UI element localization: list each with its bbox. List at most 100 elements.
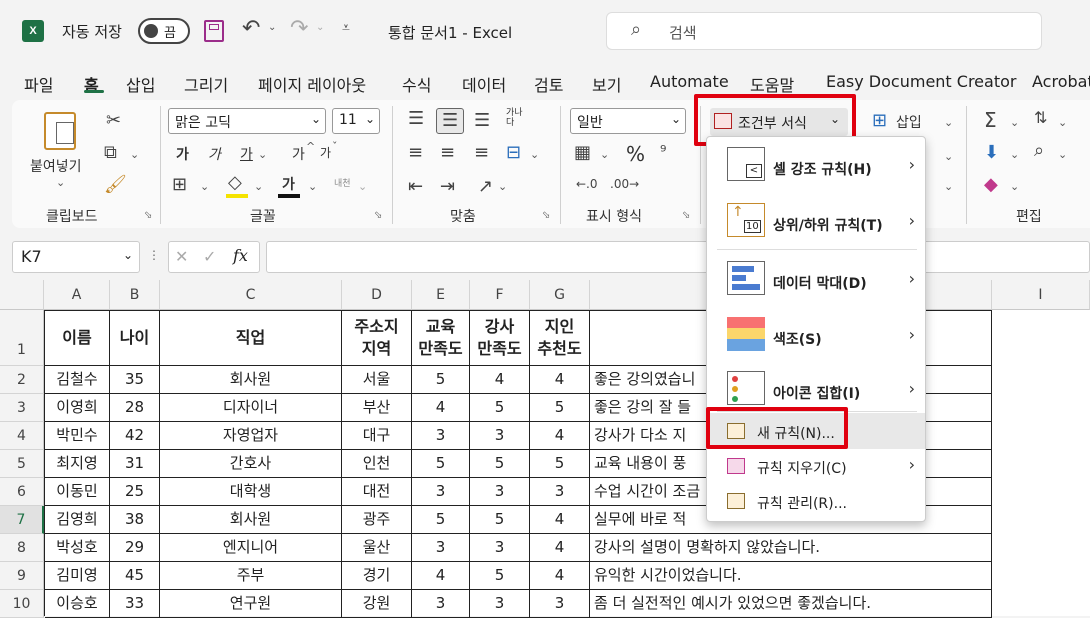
row-header[interactable]: 3 (0, 394, 44, 422)
table-cell[interactable]: 35 (110, 366, 160, 394)
menu-item-top-bottom-rules[interactable]: ↑ 10 상위/하위 규칙(T) › (707, 193, 925, 247)
table-cell[interactable]: 45 (110, 562, 160, 590)
find-dropdown-icon[interactable]: ⌄ (1058, 148, 1067, 161)
table-cell[interactable]: 3 (412, 422, 470, 450)
undo-icon[interactable]: ↶ (242, 16, 260, 41)
table-cell[interactable]: 김영희 (45, 506, 110, 534)
decrease-indent-icon[interactable]: ⇤ (408, 178, 423, 196)
underline-dropdown-icon[interactable]: ⌄ (258, 148, 267, 161)
align-right-icon[interactable]: ≡ (474, 144, 489, 162)
table-cell[interactable]: 서울 (342, 366, 412, 394)
redo-dropdown-icon[interactable]: ⌄ (316, 22, 324, 33)
autosum-dropdown-icon[interactable]: ⌄ (1010, 116, 1019, 129)
autosum-icon[interactable]: Σ (984, 110, 997, 130)
menu-item-highlight-cells-rules[interactable]: < 셀 강조 규칙(H) › (707, 137, 925, 193)
cut-icon[interactable]: ✂ (106, 112, 121, 130)
merge-center-icon[interactable]: ⊟ (506, 144, 521, 162)
fill-icon[interactable]: ⬇ (984, 144, 999, 162)
cancel-icon[interactable]: ✕ (175, 247, 188, 266)
table-cell[interactable]: 주부 (160, 562, 342, 590)
align-middle-button[interactable]: ☰ (436, 108, 464, 134)
table-cell[interactable]: 4 (530, 562, 590, 590)
insert-function-icon[interactable]: fx (233, 246, 248, 265)
select-all-corner[interactable] (0, 280, 44, 310)
row-header[interactable]: 9 (0, 562, 44, 590)
underline-button[interactable]: 가 (240, 144, 253, 164)
orientation-dropdown-icon[interactable]: ⌄ (498, 180, 507, 193)
tab-help[interactable]: 도움말 (750, 72, 794, 96)
table-cell[interactable]: 3 (470, 590, 530, 618)
formula-input[interactable] (266, 241, 1090, 273)
table-cell[interactable]: 엔지니어 (160, 534, 342, 562)
table-cell[interactable]: 강사의 설명이 명확하지 않았습니다. (590, 534, 992, 562)
tab-data[interactable]: 데이터 (462, 72, 506, 96)
table-cell[interactable]: 대구 (342, 422, 412, 450)
accounting-dropdown-icon[interactable]: ⌄ (600, 148, 609, 161)
table-cell[interactable]: 유익한 시간이었습니다. (590, 562, 992, 590)
table-cell[interactable]: 이동민 (45, 478, 110, 506)
comma-style-icon[interactable]: ⁹ (660, 144, 666, 160)
bold-button[interactable]: 가 (176, 144, 189, 164)
header-cell[interactable]: 이름 (45, 311, 110, 366)
tab-acrobat[interactable]: Acrobat (1032, 72, 1090, 91)
paste-icon[interactable] (44, 112, 76, 150)
table-cell[interactable]: 회사원 (160, 366, 342, 394)
row-header[interactable]: 5 (0, 450, 44, 478)
table-cell[interactable]: 5 (470, 450, 530, 478)
table-cell[interactable]: 5 (412, 366, 470, 394)
tab-file[interactable]: 파일 (24, 72, 53, 96)
tab-insert[interactable]: 삽입 (126, 72, 155, 96)
save-icon[interactable] (204, 20, 224, 42)
column-header[interactable]: A (44, 280, 110, 310)
table-cell[interactable]: 좀 더 실전적인 예시가 있었으면 좋겠습니다. (590, 590, 992, 618)
table-cell[interactable]: 자영업자 (160, 422, 342, 450)
table-cell[interactable]: 3 (470, 478, 530, 506)
clear-dropdown-icon[interactable]: ⌄ (1010, 180, 1019, 193)
align-center-icon[interactable]: ≡ (440, 144, 455, 162)
header-cell[interactable]: 나이 (110, 311, 160, 366)
table-cell[interactable]: 4 (470, 366, 530, 394)
table-cell[interactable]: 4 (412, 562, 470, 590)
table-cell[interactable]: 4 (530, 422, 590, 450)
borders-icon[interactable]: ⊞ (172, 176, 187, 194)
table-cell[interactable]: 5 (530, 394, 590, 422)
tab-automate[interactable]: Automate (650, 72, 729, 91)
table-cell[interactable]: 5 (470, 562, 530, 590)
tab-easy-document-creator[interactable]: Easy Document Creator (826, 72, 1016, 91)
table-cell[interactable]: 대학생 (160, 478, 342, 506)
table-cell[interactable]: 42 (110, 422, 160, 450)
row-header[interactable]: 10 (0, 590, 44, 618)
grow-font-button[interactable]: 가 (292, 144, 305, 164)
align-left-icon[interactable]: ≡ (408, 144, 423, 162)
column-header[interactable]: C (160, 280, 342, 310)
clear-icon[interactable]: ◆ (984, 176, 998, 194)
font-name-select[interactable]: 맑은 고딕 ⌄ (168, 108, 326, 134)
table-cell[interactable]: 5 (470, 506, 530, 534)
header-cell[interactable]: 지인 추천도 (530, 311, 590, 366)
header-cell[interactable]: 주소지 지역 (342, 311, 412, 366)
alignment-launcher-icon[interactable]: ⬂ (542, 210, 550, 221)
table-cell[interactable]: 경기 (342, 562, 412, 590)
align-bottom-icon[interactable]: ☰ (474, 112, 490, 130)
table-cell[interactable]: 이영희 (45, 394, 110, 422)
increase-indent-icon[interactable]: ⇥ (440, 178, 455, 196)
tab-review[interactable]: 검토 (534, 72, 563, 96)
table-cell[interactable]: 회사원 (160, 506, 342, 534)
table-cell[interactable]: 김미영 (45, 562, 110, 590)
table-cell[interactable]: 5 (412, 506, 470, 534)
table-cell[interactable]: 간호사 (160, 450, 342, 478)
table-cell[interactable]: 25 (110, 478, 160, 506)
delete-dropdown-icon[interactable]: ⌄ (944, 150, 953, 163)
format-painter-icon[interactable]: 🖌 (104, 176, 127, 194)
table-cell[interactable]: 3 (470, 422, 530, 450)
undo-dropdown-icon[interactable]: ⌄ (268, 22, 276, 33)
table-cell[interactable]: 4 (412, 394, 470, 422)
sort-filter-dropdown-icon[interactable]: ⌄ (1058, 116, 1067, 129)
sort-filter-icon[interactable]: ⇅ (1034, 110, 1047, 126)
column-header[interactable]: D (342, 280, 412, 310)
menu-item-clear-rules[interactable]: 규칙 지우기(C) › (707, 449, 925, 483)
autosave-toggle[interactable]: 끔 (138, 18, 190, 44)
row-header[interactable]: 1 (0, 310, 44, 366)
table-cell[interactable]: 3 (412, 590, 470, 618)
table-cell[interactable]: 3 (412, 478, 470, 506)
